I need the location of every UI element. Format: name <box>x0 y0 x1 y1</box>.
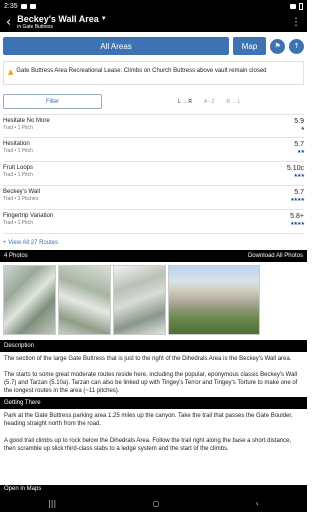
share-icon: ↑ <box>293 42 300 50</box>
battery-icon <box>299 2 303 10</box>
filter-row: Filter L → R A - Z R → L <box>0 87 307 109</box>
map-button[interactable]: Map <box>233 37 266 55</box>
photo-thumbnail[interactable] <box>3 265 56 335</box>
photos-header: 4 Photos Download All Photos <box>0 250 307 262</box>
route-meta: Trad • 1 Pitch <box>3 125 33 132</box>
warning-icon: ▲ <box>8 68 14 76</box>
system-nav-bar: ||| ○ ‹ <box>0 495 307 512</box>
route-meta: Trad • 3 Pitches <box>3 196 39 203</box>
route-name: Fruit Loops <box>3 165 34 171</box>
page-title: Beckey's Wall Area <box>17 13 99 24</box>
download-photos-link[interactable]: Download All Photos <box>248 253 303 259</box>
notification-icon <box>20 3 27 9</box>
view-all-routes-link[interactable]: + View All 27 Routes <box>0 234 307 250</box>
warning-text: Gate Buttress Area Recreational Lease: C… <box>16 68 267 74</box>
route-meta: Trad • 1 Pitch <box>3 148 33 155</box>
chevron-down-icon: ▼ <box>100 16 107 22</box>
clock: 2:35 <box>4 2 18 10</box>
recents-icon[interactable]: ||| <box>48 499 56 508</box>
status-bar: 2:35 <box>0 0 307 12</box>
route-meta: Trad • 1 Pitch <box>3 172 33 179</box>
more-options-icon[interactable]: ⋮ <box>291 17 301 28</box>
sort-alphabetical[interactable]: A - Z <box>204 99 215 105</box>
back-icon[interactable]: ‹ <box>6 16 11 29</box>
title-block[interactable]: Beckey's Wall Area ▼ in Gate Buttress <box>17 13 285 30</box>
app-header: ‹ Beckey's Wall Area ▼ in Gate Buttress … <box>0 12 307 32</box>
sort-options: L → R A - Z R → L <box>178 99 241 105</box>
sort-right-left[interactable]: R → L <box>227 99 241 105</box>
photos-count: 4 Photos <box>4 253 28 259</box>
getting-there-paragraph: A good trail climbs up to rock below the… <box>4 437 292 452</box>
bookmark-button[interactable]: ⚑ <box>270 38 285 54</box>
home-icon[interactable]: ○ <box>152 499 159 508</box>
bookmark-icon: ⚑ <box>274 42 281 50</box>
back-nav-icon[interactable]: ‹ <box>256 499 259 508</box>
share-button[interactable]: ↑ <box>289 38 304 54</box>
section-header-description: Description <box>0 340 307 352</box>
route-name: Hesitation <box>3 141 30 147</box>
route-row[interactable]: Hesitate No More Trad • 1 Pitch 5.9 ★ <box>3 114 305 138</box>
open-in-maps-button[interactable]: Open in Maps <box>0 485 307 495</box>
description-paragraph: The section of the large Gate Buttress t… <box>4 356 292 362</box>
section-header-getting-there: Getting There <box>0 397 307 410</box>
route-row[interactable]: Beckey's Wall Trad • 3 Pitches 5.7 ★★★★ <box>3 186 305 210</box>
photo-thumbnail[interactable] <box>113 265 166 335</box>
warning-banner[interactable]: ▲ Gate Buttress Area Recreational Lease:… <box>3 61 304 85</box>
route-meta: Trad • 1 Pitch <box>3 220 33 227</box>
route-grade: 5.10c <box>286 165 304 172</box>
route-grade: 5.8+ <box>290 213 304 220</box>
getting-there-paragraph: Park at the Gate Buttress parking area 1… <box>4 413 293 428</box>
route-grade: 5.9 <box>294 118 304 125</box>
sort-left-right[interactable]: L → R <box>178 99 192 105</box>
photo-strip <box>0 262 307 338</box>
route-name: Beckey's Wall <box>3 189 40 195</box>
photo-thumbnail[interactable] <box>58 265 111 335</box>
route-list: Hesitate No More Trad • 1 Pitch 5.9 ★ He… <box>3 114 305 234</box>
page-subtitle: in Gate Buttress <box>17 23 54 30</box>
route-grade: 5.7 <box>294 141 304 148</box>
route-grade: 5.7 <box>294 189 304 196</box>
notification-icon <box>29 3 36 9</box>
route-row[interactable]: Hesitation Trad • 1 Pitch 5.7 ★★ <box>3 138 305 162</box>
star-rating: ★★★★ <box>290 221 305 228</box>
route-row[interactable]: Fruit Loops Trad • 1 Pitch 5.10c ★★★ <box>3 162 305 186</box>
star-rating: ★★ <box>297 149 305 156</box>
nav-row: All Areas Map ⚑ ↑ <box>0 32 307 59</box>
star-rating: ★ <box>300 126 305 133</box>
route-name: Hesitate No More <box>3 118 50 124</box>
all-areas-button[interactable]: All Areas <box>3 37 229 55</box>
star-rating: ★★★ <box>293 173 305 180</box>
photo-thumbnail[interactable] <box>168 265 260 335</box>
star-rating: ★★★★ <box>290 197 305 204</box>
wifi-icon <box>290 3 296 9</box>
description-paragraph: The starts to some great moderate routes… <box>4 372 298 395</box>
route-name: Fingertrip Variation <box>3 213 54 219</box>
route-row[interactable]: Fingertrip Variation Trad • 1 Pitch 5.8+… <box>3 210 305 234</box>
filter-button[interactable]: Filter <box>3 94 102 109</box>
